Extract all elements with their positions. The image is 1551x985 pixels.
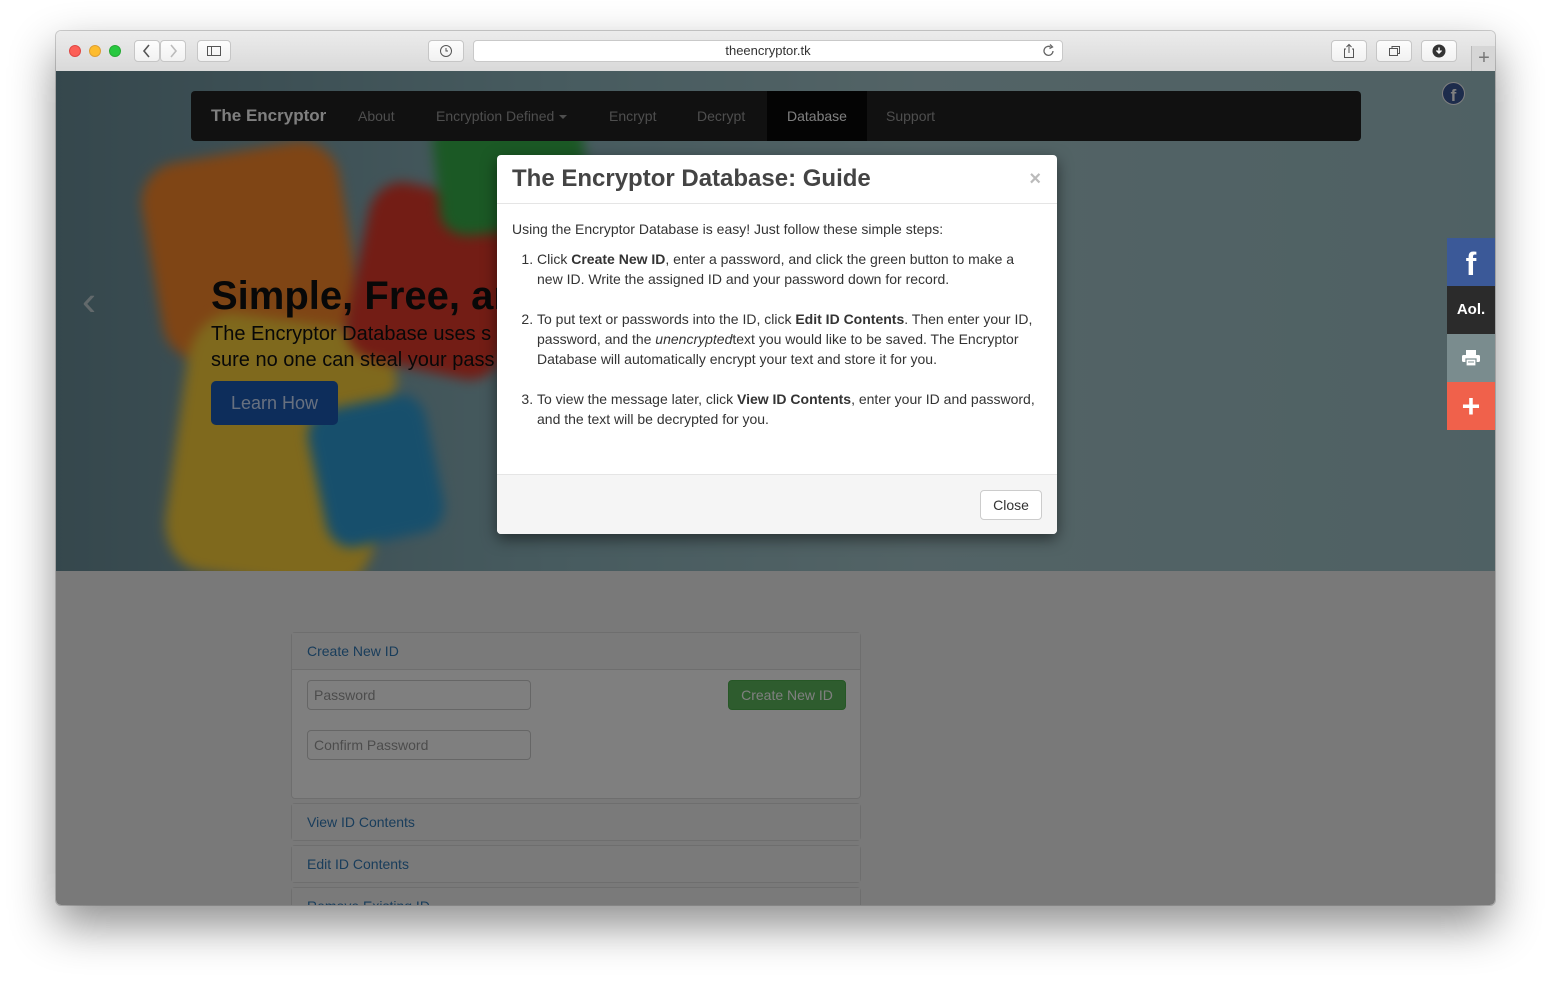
step-text: To put text or passwords into the ID, cl… [537, 311, 796, 327]
step-text: To view the message later, click [537, 391, 737, 407]
address-bar[interactable]: theencryptor.tk [473, 40, 1063, 62]
new-tab-button[interactable]: + [1471, 46, 1495, 71]
guide-modal: The Encryptor Database: Guide × Using th… [497, 155, 1057, 534]
share-facebook-button[interactable]: f [1447, 238, 1495, 286]
sidebar-icon [207, 46, 221, 56]
step-bold-text: Create New ID [571, 251, 666, 267]
web-page: The Encryptor About Encryption Defined E… [56, 71, 1495, 905]
chevron-right-icon [170, 44, 178, 58]
share-button[interactable] [1331, 40, 1367, 62]
downloads-button[interactable] [1421, 40, 1457, 62]
facebook-icon: f [1465, 246, 1477, 282]
close-icon[interactable]: × [1029, 169, 1041, 189]
step-bold-text: Edit ID Contents [795, 311, 905, 327]
browser-window: theencryptor.tk + The Encryptor About En… [56, 31, 1495, 905]
printer-icon [1462, 349, 1480, 367]
show-tabs-button[interactable] [1376, 40, 1412, 62]
share-icon [1344, 43, 1354, 58]
plus-icon: + [1461, 388, 1481, 424]
forward-button[interactable] [160, 40, 186, 62]
url-text: theencryptor.tk [725, 43, 811, 58]
share-aol-button[interactable]: Aol. [1447, 286, 1495, 334]
list-item: Click Create New ID, enter a password, a… [537, 249, 1042, 289]
reload-icon[interactable] [1042, 43, 1056, 59]
close-window-button[interactable] [69, 45, 81, 57]
modal-body: Using the Encryptor Database is easy! Ju… [512, 219, 1042, 449]
modal-title: The Encryptor Database: Guide [512, 165, 871, 192]
tabs-icon [1389, 46, 1400, 56]
minimize-window-button[interactable] [89, 45, 101, 57]
chevron-left-icon [142, 44, 150, 58]
list-item: To view the message later, click View ID… [537, 389, 1042, 429]
step-italic-text: unencrypted [655, 331, 733, 347]
modal-header: The Encryptor Database: Guide × [497, 155, 1057, 204]
step-text: Click [537, 251, 572, 267]
clock-icon [440, 45, 452, 57]
zoom-window-button[interactable] [109, 45, 121, 57]
close-button[interactable]: Close [980, 490, 1042, 520]
step-bold-text: View ID Contents [736, 391, 852, 407]
sidebar-button[interactable] [197, 40, 231, 62]
list-item: To put text or passwords into the ID, cl… [537, 309, 1042, 369]
history-button[interactable] [428, 40, 464, 62]
steps-list: Click Create New ID, enter a password, a… [512, 249, 1042, 429]
download-icon [1432, 44, 1446, 58]
aol-icon: Aol. [1456, 301, 1486, 318]
modal-footer: Close [497, 474, 1057, 534]
share-more-button[interactable]: + [1447, 382, 1495, 430]
share-print-button[interactable] [1447, 334, 1495, 382]
browser-toolbar: theencryptor.tk + [56, 31, 1495, 72]
back-button[interactable] [134, 40, 160, 62]
modal-intro: Using the Encryptor Database is easy! Ju… [512, 221, 944, 237]
